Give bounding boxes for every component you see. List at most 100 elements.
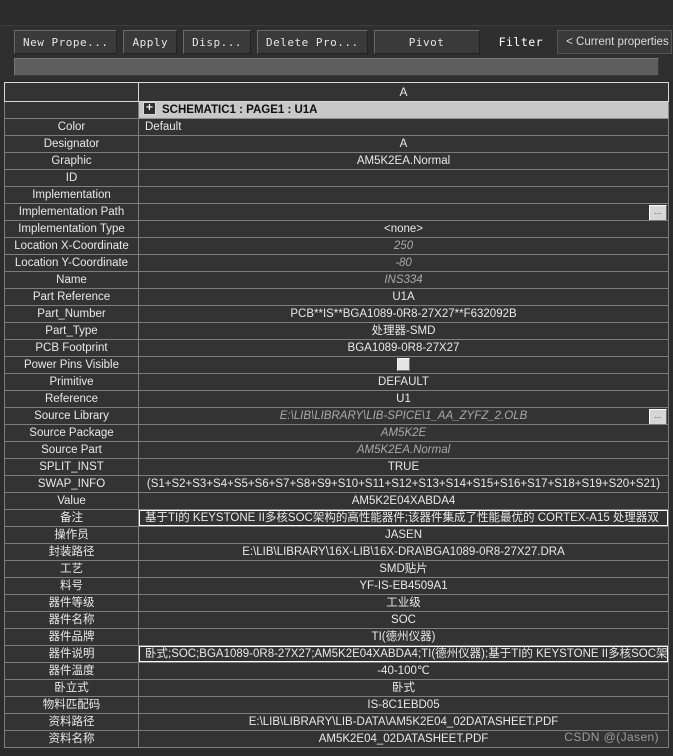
property-row[interactable]: 器件温度 -40-100℃ [4, 662, 669, 680]
property-row[interactable]: 操作员 JASEN [4, 526, 669, 544]
property-name-cell[interactable]: Name [4, 271, 139, 289]
property-row[interactable]: Part_Number PCB**IS**BGA1089-0R8-27X27**F… [4, 305, 669, 323]
filter-select[interactable]: < Current properties > [557, 30, 672, 54]
property-value-cell[interactable]: BGA1089-0R8-27X27 [138, 339, 669, 357]
property-row[interactable]: SWAP_INFO (S1+S2+S3+S4+S5+S6+S7+S8+S9+S10… [4, 475, 669, 493]
property-name-cell[interactable]: 器件名称 [4, 611, 139, 629]
property-row[interactable]: 物料匹配码 IS-8C1EBD05 [4, 696, 669, 714]
display-button[interactable]: Disp... [183, 30, 251, 54]
property-row[interactable]: SPLIT_INST TRUE [4, 458, 669, 476]
property-row[interactable]: 卧立式 卧式 [4, 679, 669, 697]
property-value-cell[interactable]: AM5K2EA.Normal [138, 152, 669, 170]
property-name-cell[interactable]: Color [4, 118, 139, 136]
property-row[interactable]: ID [4, 169, 669, 187]
property-value-cell[interactable]: YF-IS-EB4509A1 [138, 577, 669, 595]
property-name-cell[interactable]: Location X-Coordinate [4, 237, 139, 255]
property-value-cell[interactable]: AM5K2E04XABDA4 [138, 492, 669, 510]
property-value-cell[interactable]: 250 [138, 237, 669, 255]
property-value-cell[interactable]: 工业级 [138, 594, 669, 612]
property-name-cell[interactable]: Source Package [4, 424, 139, 442]
property-value-cell[interactable]: -80 [138, 254, 669, 272]
property-row[interactable]: 器件名称 SOC [4, 611, 669, 629]
property-value-cell[interactable]: SMD贴片 [138, 560, 669, 578]
property-name-cell[interactable]: Value [4, 492, 139, 510]
property-name-cell[interactable]: Designator [4, 135, 139, 153]
property-value-cell[interactable]: 卧式;SOC;BGA1089-0R8-27X27;AM5K2E04XABDA4;… [138, 645, 669, 663]
property-value-cell[interactable]: PCB**IS**BGA1089-0R8-27X27**F632092B [138, 305, 669, 323]
property-name-cell[interactable]: Part_Number [4, 305, 139, 323]
property-row[interactable]: Location Y-Coordinate -80 [4, 254, 669, 272]
property-row[interactable]: Graphic AM5K2EA.Normal [4, 152, 669, 170]
property-value-cell[interactable]: AM5K2E [138, 424, 669, 442]
property-name-cell[interactable]: Reference [4, 390, 139, 408]
property-value-cell[interactable]: <none> [138, 220, 669, 238]
power-pins-visible-checkbox[interactable] [397, 358, 410, 372]
property-name-cell[interactable]: SWAP_INFO [4, 475, 139, 493]
property-name-cell[interactable]: Part Reference [4, 288, 139, 306]
property-row[interactable]: Color Default [4, 118, 669, 136]
property-value-cell[interactable]: 卧式 [138, 679, 669, 697]
column-header-a[interactable]: A [138, 82, 669, 102]
property-row[interactable]: 工艺 SMD贴片 [4, 560, 669, 578]
property-name-cell[interactable]: 封装路径 [4, 543, 139, 561]
property-name-cell[interactable]: 卧立式 [4, 679, 139, 697]
browse-ellipsis-button[interactable]: ... [649, 205, 667, 220]
property-value-cell[interactable]: U1A [138, 288, 669, 306]
property-name-cell[interactable]: Part_Type [4, 322, 139, 340]
browse-ellipsis-button[interactable]: ... [649, 409, 667, 424]
property-value-cell[interactable]: AM5K2EA.Normal [138, 441, 669, 459]
property-name-cell[interactable]: 物料匹配码 [4, 696, 139, 714]
property-value-cell[interactable]: IS-8C1EBD05 [138, 696, 669, 714]
property-value-cell[interactable]: TRUE [138, 458, 669, 476]
property-row[interactable]: 资料路径 E:\LIB\LIBRARY\LIB-DATA\AM5K2E04_02D… [4, 713, 669, 731]
property-name-cell[interactable]: Source Part [4, 441, 139, 459]
property-name-cell[interactable]: SPLIT_INST [4, 458, 139, 476]
property-value-cell[interactable] [138, 169, 669, 187]
property-name-cell[interactable]: Implementation Path [4, 203, 139, 221]
property-name-cell[interactable]: 器件品牌 [4, 628, 139, 646]
property-name-cell[interactable]: Location Y-Coordinate [4, 254, 139, 272]
property-row[interactable]: Power Pins Visible [4, 356, 669, 374]
property-row[interactable]: 器件品牌 TI(德州仪器) [4, 628, 669, 646]
instance-row[interactable]: + SCHEMATIC1 : PAGE1 : U1A [4, 101, 669, 119]
property-row[interactable]: 备注 基于TI的 KEYSTONE II多核SOC架构的高性能器件;该器件集成了性… [4, 509, 669, 527]
property-row[interactable]: Part_Type 处理器-SMD [4, 322, 669, 340]
property-row[interactable]: Reference U1 [4, 390, 669, 408]
property-name-cell[interactable]: PCB Footprint [4, 339, 139, 357]
property-name-cell[interactable]: 操作员 [4, 526, 139, 544]
property-value-cell[interactable]: -40-100℃ [138, 662, 669, 680]
property-value-cell[interactable]: TI(德州仪器) [138, 628, 669, 646]
property-grid-container[interactable]: A + SCHEMATIC1 : PAGE1 : U1A Color Default… [0, 82, 673, 748]
property-value-cell[interactable]: ... [138, 203, 669, 221]
instance-row-value-cell[interactable]: + SCHEMATIC1 : PAGE1 : U1A [138, 101, 669, 119]
property-value-cell[interactable]: E:\LIB\LIBRARY\LIB-DATA\AM5K2E04_02DATAS… [138, 713, 669, 731]
property-row[interactable]: Value AM5K2E04XABDA4 [4, 492, 669, 510]
property-name-cell[interactable]: 资料路径 [4, 713, 139, 731]
property-value-cell[interactable]: E:\LIB\LIBRARY\16X-LIB\16X-DRA\BGA1089-0… [138, 543, 669, 561]
property-value-cell[interactable]: (S1+S2+S3+S4+S5+S6+S7+S8+S9+S10+S11+S12+… [138, 475, 669, 493]
property-value-cell[interactable]: A [138, 135, 669, 153]
property-name-cell[interactable]: 工艺 [4, 560, 139, 578]
property-name-cell[interactable]: 器件温度 [4, 662, 139, 680]
property-value-cell[interactable] [138, 186, 669, 204]
property-name-cell[interactable]: Source Library [4, 407, 139, 425]
property-value-cell[interactable] [138, 356, 669, 374]
property-name-cell[interactable]: 资料名称 [4, 730, 139, 748]
property-row[interactable]: Designator A [4, 135, 669, 153]
property-name-cell[interactable]: 器件说明 [4, 645, 139, 663]
property-row[interactable]: Name INS334 [4, 271, 669, 289]
property-name-cell[interactable]: Power Pins Visible [4, 356, 139, 374]
property-value-cell[interactable]: 处理器-SMD [138, 322, 669, 340]
property-value-cell[interactable]: U1 [138, 390, 669, 408]
property-value-cell[interactable]: DEFAULT [138, 373, 669, 391]
property-name-cell[interactable]: 备注 [4, 509, 139, 527]
property-row[interactable]: Source Library E:\LIB\LIBRARY\LIB-SPICE\1… [4, 407, 669, 425]
property-value-cell[interactable]: SOC [138, 611, 669, 629]
property-row[interactable]: 器件等级 工业级 [4, 594, 669, 612]
property-row[interactable]: Source Part AM5K2EA.Normal [4, 441, 669, 459]
property-value-cell[interactable]: INS334 [138, 271, 669, 289]
pivot-button[interactable]: Pivot [373, 30, 480, 54]
property-name-cell[interactable]: 料号 [4, 577, 139, 595]
property-row[interactable]: 料号 YF-IS-EB4509A1 [4, 577, 669, 595]
delete-property-button[interactable]: Delete Pro... [256, 30, 368, 54]
